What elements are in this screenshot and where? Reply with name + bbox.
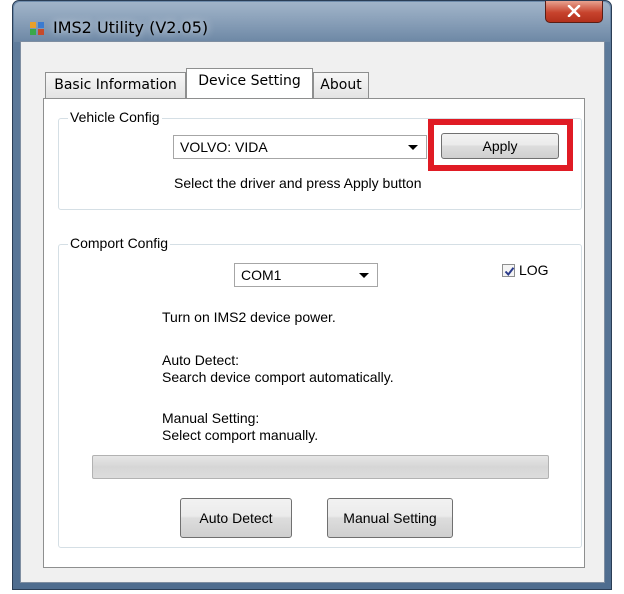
manual-setting-button-label: Manual Setting (343, 510, 437, 526)
title-bar[interactable]: IMS2 Utility (V2.05) (13, 1, 611, 41)
auto-detect-description: Search device comport automatically. (162, 369, 394, 385)
comport-config-legend: Comport Config (68, 235, 171, 251)
auto-detect-button[interactable]: Auto Detect (180, 498, 292, 538)
chevron-down-icon (359, 273, 369, 278)
manual-setting-description: Select comport manually. (162, 427, 319, 443)
close-icon (567, 5, 581, 17)
tab-about[interactable]: About (313, 72, 369, 98)
comport-select[interactable]: COM1 (234, 263, 378, 287)
driver-select-value: VOLVO: VIDA (180, 139, 268, 155)
log-checkbox[interactable] (502, 264, 515, 277)
chevron-down-icon (408, 145, 418, 150)
tab-label: Device Setting (198, 73, 301, 89)
manual-setting-button[interactable]: Manual Setting (327, 498, 453, 538)
tab-device-setting[interactable]: Device Setting (186, 68, 313, 98)
detect-progress-bar (92, 455, 549, 479)
comport-config-group (58, 244, 582, 548)
manual-setting-title: Manual Setting: (162, 410, 260, 426)
auto-detect-button-label: Auto Detect (199, 510, 273, 526)
power-instruction: Turn on IMS2 device power. (162, 309, 336, 325)
auto-detect-title: Auto Detect: (162, 352, 240, 368)
close-button[interactable] (545, 1, 603, 23)
driver-select[interactable]: VOLVO: VIDA (173, 135, 427, 159)
highlight-annotation (428, 119, 573, 171)
tab-label: Basic Information (54, 77, 177, 93)
tab-label: About (320, 77, 362, 93)
check-icon (504, 267, 515, 277)
log-label: LOG (519, 262, 549, 278)
driver-hint-text: Select the driver and press Apply button (174, 175, 422, 191)
window-title: IMS2 Utility (V2.05) (53, 18, 209, 37)
tab-basic-information[interactable]: Basic Information (45, 72, 186, 98)
vehicle-config-legend: Vehicle Config (68, 109, 162, 125)
app-icon (30, 22, 44, 35)
comport-select-value: COM1 (241, 267, 282, 283)
